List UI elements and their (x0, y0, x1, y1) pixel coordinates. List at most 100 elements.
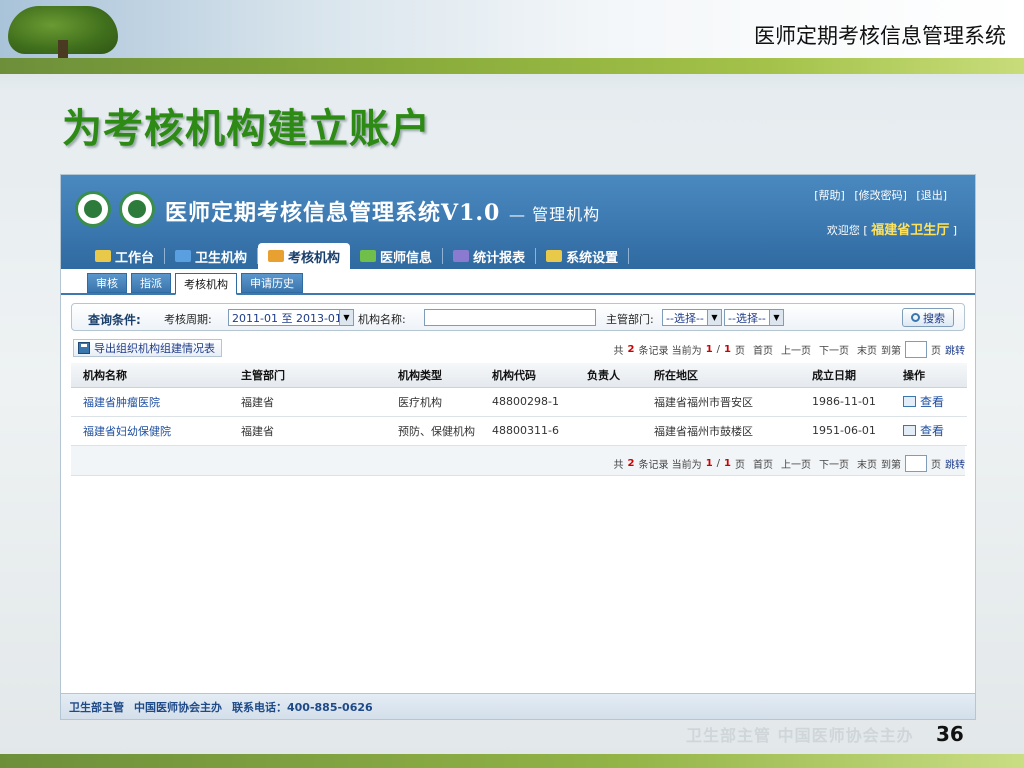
app-title: 医师定期考核信息管理系统V1.0 — 管理机构 (165, 195, 600, 227)
subtab-assessment-institutions[interactable]: 考核机构 (175, 273, 237, 295)
cell-name[interactable]: 福建省妇幼保健院 (71, 416, 229, 446)
period-value: 2011-01 至 2013-01 (232, 311, 342, 325)
slide-header-band: 医师定期考核信息管理系统 (0, 0, 1024, 62)
pager-text: 到第 (881, 459, 901, 471)
pager-text: 页 (735, 346, 745, 357)
slide-heading: 为考核机构建立账户 (62, 106, 431, 152)
cell-dept: 福建省 (229, 416, 386, 446)
slide-green-band (0, 58, 1024, 74)
change-password-link[interactable]: [修改密码] (854, 189, 907, 202)
last-page-link[interactable]: 末页 (857, 456, 877, 471)
pager-text: 页 (931, 459, 941, 471)
toolbar: 导出组织机构组建情况表 共 2 条记录 当前为 1 / 1 页 首页 上一页 下… (71, 337, 965, 361)
next-page-link[interactable]: 下一页 (819, 342, 849, 357)
app-header: 医师定期考核信息管理系统V1.0 — 管理机构 [帮助] [修改密码] [退出]… (61, 175, 975, 269)
pager-text: 条记录 当前为 (638, 346, 702, 357)
app-footer: 卫生部主管 中国医师协会主办 联系电话：400-885-0626 (61, 693, 975, 719)
cell-person (575, 387, 642, 417)
chevron-down-icon: ▼ (707, 310, 721, 325)
nav-label: 医师信息 (380, 250, 433, 266)
nav-workbench[interactable]: 工作台 (85, 243, 164, 269)
statistics-icon (453, 250, 470, 262)
cell-name[interactable]: 福建省肿瘤医院 (71, 387, 229, 417)
slide-bottom-band (0, 754, 1024, 768)
first-page-link[interactable]: 首页 (753, 342, 773, 357)
nav-assessment-institutions[interactable]: 考核机构 (258, 243, 351, 269)
search-button[interactable]: 搜索 (902, 308, 954, 327)
prev-page-link[interactable]: 上一页 (781, 342, 811, 357)
department-select-2[interactable]: --选择-- ▼ (724, 309, 784, 326)
nav-system-settings[interactable]: 系统设置 (536, 243, 628, 269)
subtabs: 审核 指派 考核机构 申请历史 (61, 269, 975, 295)
pager-text: / (716, 344, 721, 355)
cell-code: 48800311-6 (480, 416, 575, 446)
pager-text: / (716, 457, 721, 469)
page-number: 36 (936, 722, 964, 746)
logout-link[interactable]: [退出] (916, 189, 947, 202)
main-nav: 工作台 卫生机构 考核机构 医师信息 统计报表 系统设置 (85, 241, 630, 269)
view-button[interactable]: 查看 (903, 422, 944, 439)
record-count: 2 (627, 457, 635, 469)
col-type: 机构类型 (386, 363, 480, 388)
cell-region: 福建省福州市晋安区 (642, 387, 800, 417)
pager-bottom-row: 共 2 条记录 当前为 1 / 1 页 首页 上一页 下一页 末页 到第 页 跳… (71, 445, 965, 476)
goto-page-input[interactable] (905, 454, 927, 472)
pager-text: 共 (613, 346, 624, 357)
jump-button[interactable]: 跳转 (945, 456, 965, 471)
view-label: 查看 (920, 424, 945, 438)
top-links: [帮助] [修改密码] [退出] (808, 187, 947, 203)
welcome-text: 欢迎您 [ 福建省卫生厅 ] (827, 219, 957, 238)
institution-name-input[interactable] (424, 309, 596, 326)
document-icon (903, 396, 916, 407)
cell-date: 1951-06-01 (800, 416, 891, 446)
slide-watermark: 卫生部主管 中国医师协会主办 (686, 726, 914, 745)
department-select-2-value: --选择-- (728, 311, 766, 325)
period-select[interactable]: 2011-01 至 2013-01 ▼ (228, 309, 354, 326)
prev-page-link[interactable]: 上一页 (781, 456, 811, 471)
search-icon (911, 313, 920, 322)
export-button[interactable]: 导出组织机构组建情况表 (73, 339, 222, 357)
search-button-label: 搜索 (923, 311, 945, 325)
query-label: 查询条件: (88, 313, 141, 327)
goto-page-input[interactable] (905, 341, 927, 358)
institution-name-label: 机构名称: (358, 313, 406, 326)
nav-health-institutions[interactable]: 卫生机构 (165, 243, 257, 269)
pager-top: 共 2 条记录 当前为 1 / 1 页 首页 上一页 下一页 末页 到第 页 跳… (614, 341, 965, 358)
cell-action: 查看 (891, 387, 967, 417)
cell-type: 医疗机构 (386, 387, 480, 417)
table-row: 福建省肿瘤医院 福建省 医疗机构 48800298-1 福建省福州市晋安区 19… (71, 387, 967, 417)
assessment-icon (268, 250, 285, 262)
last-page-link[interactable]: 末页 (857, 342, 877, 357)
record-count: 2 (627, 344, 635, 355)
col-person: 负责人 (575, 363, 642, 388)
subtab-assign[interactable]: 指派 (131, 273, 171, 293)
cell-dept: 福建省 (229, 387, 386, 417)
nav-label: 统计报表 (473, 250, 526, 266)
view-button[interactable]: 查看 (903, 393, 944, 410)
welcome-label: 欢迎您 [ (826, 224, 868, 237)
next-page-link[interactable]: 下一页 (819, 456, 849, 471)
cell-type: 预防、保健机构 (386, 416, 480, 446)
welcome-org: 福建省卫生厅 (871, 223, 950, 238)
settings-icon (546, 250, 563, 262)
jump-button[interactable]: 跳转 (945, 342, 965, 357)
department-select-1[interactable]: --选择-- ▼ (662, 309, 722, 326)
view-label: 查看 (920, 395, 945, 409)
cell-person (575, 416, 642, 446)
footer-sponsor: 卫生部主管 (69, 700, 124, 714)
total-pages: 1 (724, 344, 731, 355)
chevron-down-icon: ▼ (769, 310, 783, 325)
subtab-application-history[interactable]: 申请历史 (241, 273, 303, 293)
col-date: 成立日期 (800, 363, 891, 388)
chevron-down-icon: ▼ (339, 310, 353, 325)
subtab-review[interactable]: 审核 (87, 273, 127, 293)
ministry-logo-icon (75, 191, 111, 227)
first-page-link[interactable]: 首页 (753, 456, 773, 471)
department-label: 主管部门: (606, 313, 654, 326)
nav-physician-info[interactable]: 医师信息 (350, 243, 442, 269)
nav-statistics[interactable]: 统计报表 (443, 243, 535, 269)
app-subtitle: — 管理机构 (509, 205, 601, 224)
help-link[interactable]: [帮助] (814, 189, 845, 202)
col-code: 机构代码 (480, 363, 575, 388)
workbench-icon (95, 250, 111, 262)
